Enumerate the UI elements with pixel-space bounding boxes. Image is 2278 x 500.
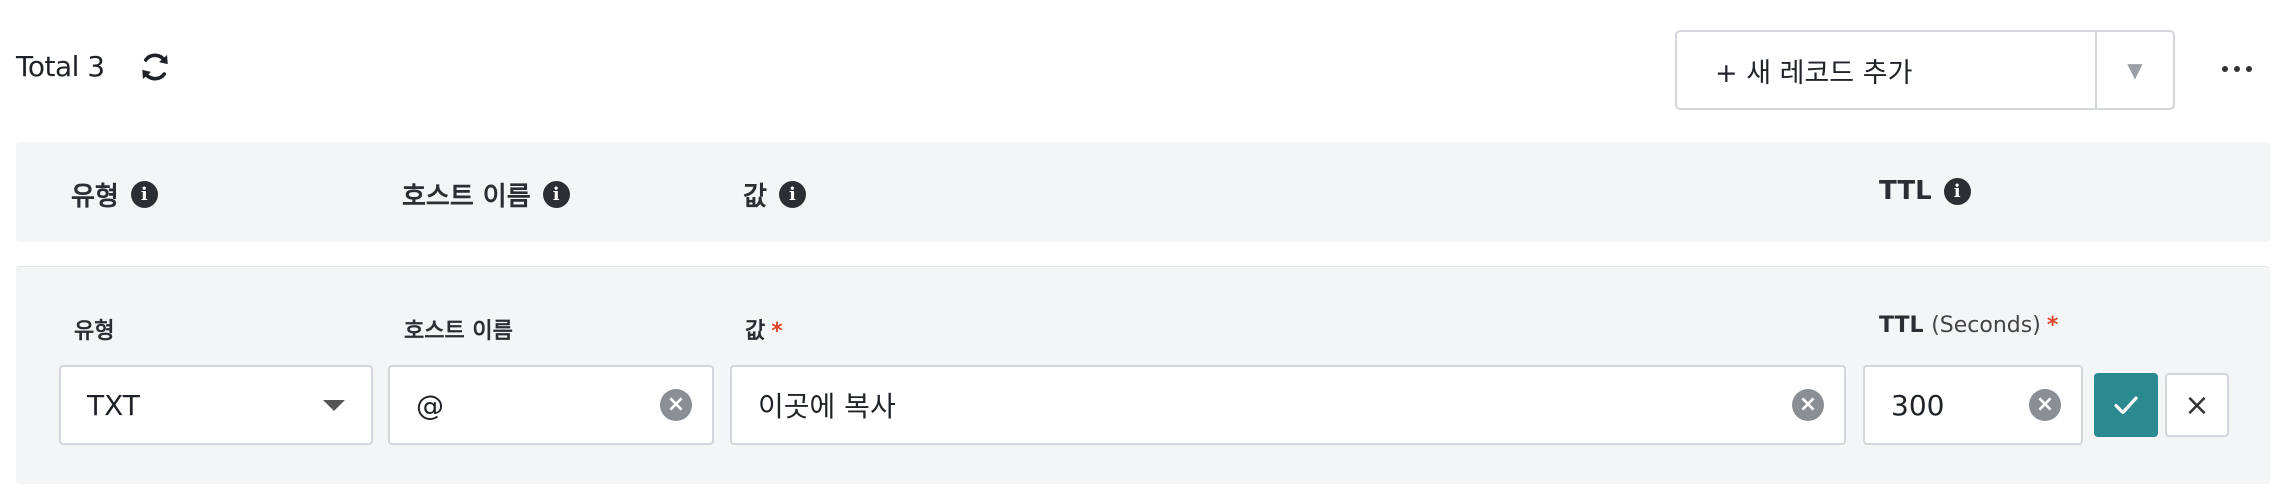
header-value-label: 값 bbox=[743, 182, 767, 212]
ttl-input[interactable]: 300 × bbox=[1863, 365, 2083, 445]
host-input-value: @ bbox=[416, 388, 444, 422]
records-table-header: 유형 i 호스트 이름 i 값 i TTL i bbox=[16, 142, 2270, 242]
refresh-icon[interactable] bbox=[138, 50, 172, 84]
header-type-label: 유형 bbox=[71, 182, 119, 212]
header-hostname: 호스트 이름 i bbox=[402, 176, 570, 213]
value-input-value: 이곳에 복사 bbox=[758, 390, 896, 423]
records-toolbar: Total 3 + 새 레코드 추가 ▼ bbox=[16, 30, 2278, 112]
info-icon[interactable]: i bbox=[1943, 177, 1971, 205]
ttl-field-label: TTL (Seconds) * bbox=[1879, 313, 2059, 338]
info-icon[interactable]: i bbox=[130, 181, 158, 208]
required-mark: * bbox=[2046, 313, 2059, 338]
record-edit-row: 유형 호스트 이름 값 * TTL (Seconds) * TXT @ × 이곳에 … bbox=[16, 266, 2270, 484]
check-icon bbox=[2114, 396, 2138, 415]
ttl-unit: (Seconds) bbox=[1931, 313, 2041, 338]
header-ttl: TTL i bbox=[1879, 176, 1971, 206]
value-input[interactable]: 이곳에 복사 × bbox=[730, 365, 1846, 445]
add-record-split-button: + 새 레코드 추가 ▼ bbox=[1675, 30, 2175, 110]
add-record-button[interactable]: + 새 레코드 추가 bbox=[1677, 32, 2095, 108]
host-input[interactable]: @ × bbox=[388, 365, 714, 445]
clear-icon[interactable]: × bbox=[2029, 389, 2061, 421]
close-icon: × bbox=[2184, 387, 2210, 423]
type-select-value: TXT bbox=[87, 388, 140, 422]
clear-icon[interactable]: × bbox=[660, 389, 692, 421]
more-options-button[interactable] bbox=[2212, 52, 2262, 86]
required-mark: * bbox=[771, 319, 783, 344]
caret-down-icon bbox=[323, 399, 345, 411]
header-type: 유형 i bbox=[71, 176, 158, 213]
total-count: Total 3 bbox=[16, 50, 105, 83]
value-field-label: 값 * bbox=[745, 319, 783, 344]
triangle-down-icon: ▼ bbox=[2127, 58, 2143, 82]
confirm-button[interactable] bbox=[2094, 373, 2158, 437]
ttl-input-value: 300 bbox=[1891, 388, 1945, 422]
clear-icon[interactable]: × bbox=[1792, 389, 1824, 421]
add-record-dropdown-toggle[interactable]: ▼ bbox=[2095, 32, 2173, 108]
type-field-label: 유형 bbox=[74, 319, 115, 344]
type-select[interactable]: TXT bbox=[59, 365, 373, 445]
host-field-label: 호스트 이름 bbox=[404, 319, 513, 344]
cancel-button[interactable]: × bbox=[2165, 373, 2229, 437]
more-horizontal-icon bbox=[2222, 66, 2228, 72]
header-hostname-label: 호스트 이름 bbox=[402, 182, 531, 212]
info-icon[interactable]: i bbox=[542, 181, 570, 208]
header-ttl-label: TTL bbox=[1879, 176, 1932, 206]
info-icon[interactable]: i bbox=[778, 181, 806, 208]
header-value: 값 i bbox=[743, 176, 806, 213]
